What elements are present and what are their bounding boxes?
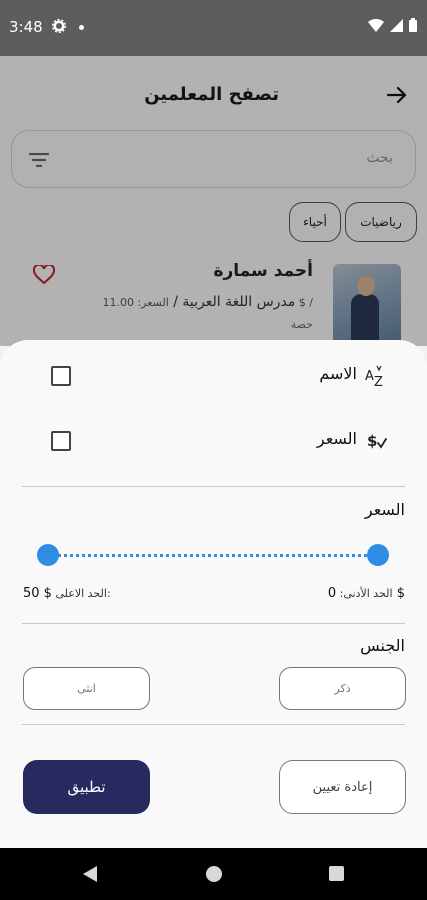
modal-scrim[interactable] bbox=[0, 56, 427, 346]
system-nav-bar bbox=[0, 848, 427, 900]
battery-icon bbox=[409, 17, 417, 36]
sort-by-name-row[interactable]: الاسم A Z bbox=[0, 356, 427, 396]
sort-name-label: الاسم bbox=[319, 364, 357, 383]
price-min-readout: الحد الأدنى: 0 $ bbox=[328, 586, 405, 601]
svg-text:$: $ bbox=[367, 432, 377, 450]
wifi-icon bbox=[368, 17, 384, 36]
nav-home-icon[interactable] bbox=[206, 866, 222, 882]
price-max-readout: 50 $ الحد الاعلى: bbox=[23, 586, 111, 601]
price-min-label: الحد الأدنى: bbox=[339, 587, 393, 600]
sort-by-price-row[interactable]: السعر $ bbox=[0, 421, 427, 461]
price-range-track[interactable] bbox=[47, 554, 379, 557]
divider bbox=[22, 724, 405, 725]
gender-female-button[interactable]: انثى bbox=[23, 667, 150, 710]
notification-dot-icon bbox=[79, 25, 84, 30]
filter-bottom-sheet: الاسم A Z السعر $ السعر الحد الأدنى: 0 $… bbox=[0, 340, 427, 848]
sort-price-icon: $ bbox=[365, 430, 387, 456]
divider bbox=[22, 623, 405, 624]
status-icons bbox=[368, 17, 417, 36]
apply-button[interactable]: تطبيق bbox=[23, 760, 150, 814]
signal-icon bbox=[390, 17, 403, 36]
price-max-thumb[interactable] bbox=[367, 544, 389, 566]
sort-alphabetical-icon: A Z bbox=[365, 365, 387, 391]
sort-name-checkbox[interactable] bbox=[51, 366, 71, 386]
status-bar: 3:48 bbox=[0, 0, 427, 56]
status-time: 3:48 bbox=[9, 18, 43, 36]
divider bbox=[22, 486, 405, 487]
svg-text:A: A bbox=[365, 369, 374, 384]
price-max-value: 50 $ bbox=[23, 586, 52, 601]
nav-recents-icon[interactable] bbox=[329, 866, 344, 881]
sort-price-checkbox[interactable] bbox=[51, 431, 71, 451]
gender-male-button[interactable]: ذكر bbox=[279, 667, 406, 710]
reset-button[interactable]: إعادة تعيين bbox=[279, 760, 406, 814]
price-min-thumb[interactable] bbox=[37, 544, 59, 566]
sort-price-label: السعر bbox=[316, 429, 357, 448]
settings-gear-icon bbox=[51, 18, 67, 37]
price-max-label: الحد الاعلى: bbox=[55, 587, 111, 600]
price-section-title: السعر bbox=[364, 500, 405, 519]
svg-text:Z: Z bbox=[374, 375, 383, 387]
gender-section-title: الجنس bbox=[360, 636, 405, 655]
nav-back-icon[interactable] bbox=[82, 865, 98, 887]
